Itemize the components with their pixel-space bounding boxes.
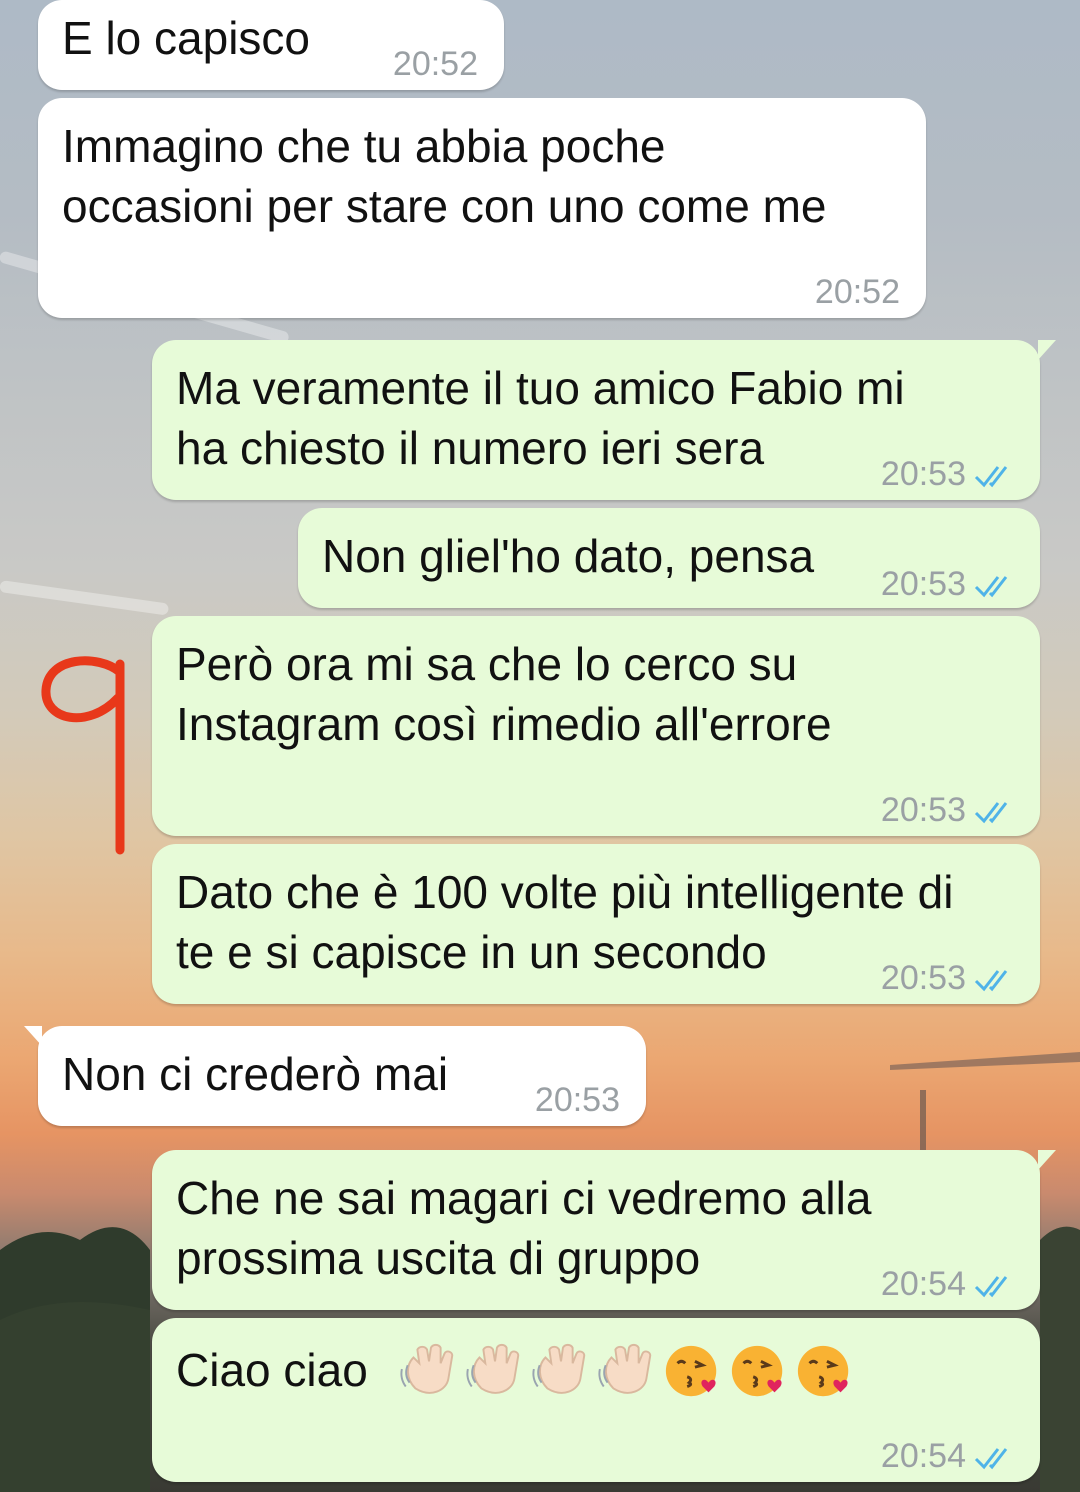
message-text: Però ora mi sa che lo cerco su Instagram…: [176, 638, 832, 750]
message-bubble-outgoing[interactable]: Non gliel'ho dato, pensa 20:53: [298, 508, 1040, 608]
message-bubble-outgoing[interactable]: Ma veramente il tuo amico Fabio mi ha ch…: [152, 340, 1056, 500]
waving-hand-icon: [598, 1343, 652, 1394]
message-text: Che ne sai magari ci vedremo alla prossi…: [176, 1172, 872, 1284]
waving-hand-icon: [532, 1343, 586, 1394]
message-meta: 20:54: [881, 1254, 1018, 1314]
emoji-row: [398, 1340, 858, 1402]
wallpaper-cloud: [0, 580, 170, 616]
message-meta: 20:54: [881, 1426, 1018, 1486]
message-bubble-outgoing[interactable]: Dato che è 100 volte più intelligente di…: [152, 844, 1040, 1004]
message-meta: 20:53: [881, 948, 1018, 1008]
message-time: 20:52: [814, 273, 900, 311]
bubble-tail: [24, 1026, 42, 1046]
message-bubble-outgoing[interactable]: Che ne sai magari ci vedremo alla prossi…: [152, 1150, 1056, 1310]
message-time: 20:54: [880, 1265, 966, 1303]
message-time: 20:53: [880, 791, 966, 829]
bubble-tail: [1038, 340, 1056, 360]
read-ticks-icon: [974, 1448, 1008, 1470]
kissing-face-icon: [731, 1345, 783, 1397]
message-meta: 20:53: [881, 780, 1018, 840]
message-text: Immagino che tu abbia poche occasioni pe…: [62, 120, 827, 232]
message-text: Dato che è 100 volte più intelligente di…: [176, 866, 954, 978]
message-time: 20:53: [880, 455, 966, 493]
waving-hand-icon: [466, 1343, 520, 1394]
wallpaper-distant-structures: [890, 1052, 1080, 1150]
message-text: E lo capisco: [62, 12, 311, 64]
message-bubble-outgoing[interactable]: Ciao ciao 20:54: [152, 1318, 1040, 1482]
message-bubble-outgoing[interactable]: Però ora mi sa che lo cerco su Instagram…: [152, 616, 1040, 836]
kissing-face-icon: [665, 1345, 717, 1397]
message-time: 20:53: [880, 959, 966, 997]
waving-hand-icon: [400, 1343, 454, 1394]
message-time: 20:54: [880, 1437, 966, 1475]
read-ticks-icon: [974, 802, 1008, 824]
message-time: 20:53: [880, 565, 966, 603]
read-ticks-icon: [974, 1276, 1008, 1298]
message-text: Non gliel'ho dato, pensa: [322, 530, 815, 582]
message-bubble-incoming[interactable]: Non ci crederò mai 20:53: [24, 1026, 646, 1126]
message-text: Ma veramente il tuo amico Fabio mi ha ch…: [176, 362, 905, 474]
annotation-number-nine: [41, 656, 125, 855]
message-time: 20:53: [534, 1081, 620, 1119]
message-text: Non ci crederò mai: [62, 1048, 449, 1100]
message-text: Ciao ciao: [176, 1344, 368, 1396]
bubble-tail: [1038, 1150, 1056, 1170]
kissing-face-icon: [797, 1345, 849, 1397]
message-time: 20:52: [392, 45, 478, 83]
read-ticks-icon: [974, 576, 1008, 598]
read-ticks-icon: [974, 970, 1008, 992]
message-meta: 20:53: [881, 444, 1018, 504]
message-bubble-incoming[interactable]: E lo capisco 20:52: [38, 0, 504, 90]
message-bubble-incoming[interactable]: Immagino che tu abbia poche occasioni pe…: [38, 98, 926, 318]
read-ticks-icon: [974, 466, 1008, 488]
message-meta: 20:53: [881, 554, 1018, 614]
